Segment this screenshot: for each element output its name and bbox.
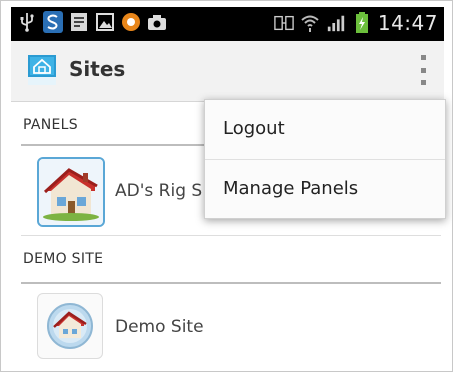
record-icon [121,11,141,33]
overflow-menu: Logout Manage Panels [204,99,446,219]
menu-item-logout[interactable]: Logout [223,118,285,139]
house-icon [39,159,103,225]
device-screen: 14:47 Sites PANELS AD's Rig S DEMO SITE … [0,0,453,372]
page-title: Sites [69,57,126,81]
action-bar: Sites [11,41,444,102]
notification-icons [17,11,167,33]
status-bar: 14:47 [11,7,444,41]
s-app-icon [43,11,63,33]
house-thumbnail [37,293,103,359]
section-header-demo-site: DEMO SITE [23,251,104,267]
wifi-icon [300,12,320,34]
clock: 14:47 [377,11,438,35]
battery-icon [352,12,372,34]
section-header-panels: PANELS [23,117,78,133]
signal-icon [326,12,346,34]
item-divider [21,235,441,236]
house-globe-icon [47,303,93,349]
app-logo[interactable] [28,55,56,85]
nfc-icon [274,12,294,34]
house-thumbnail [37,157,105,227]
section-divider [21,282,441,284]
camera-icon [147,11,167,33]
menu-item-manage-panels[interactable]: Manage Panels [223,178,358,199]
usb-icon [17,11,37,33]
image-icon [95,11,115,33]
menu-divider [205,159,445,160]
document-icon [69,11,89,33]
site-name: Demo Site [115,317,204,337]
system-icons: 14:47 [274,11,438,35]
overflow-menu-icon[interactable] [418,55,428,85]
panel-name: AD's Rig S [115,181,203,201]
